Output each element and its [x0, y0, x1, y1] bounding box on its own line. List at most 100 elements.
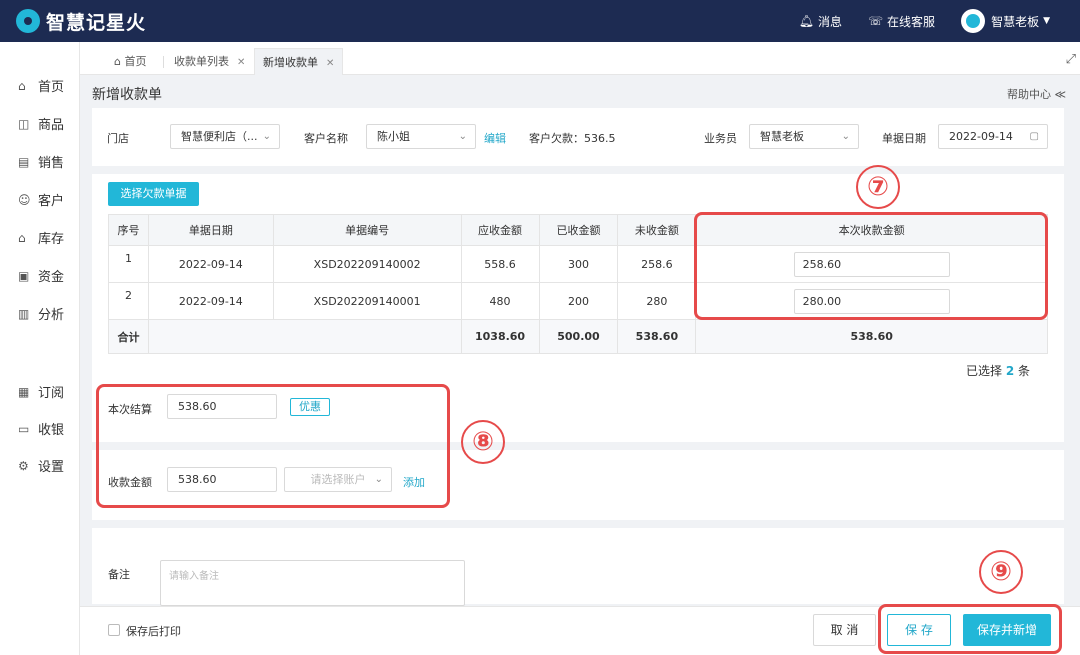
total-label: 合计 [108, 319, 149, 354]
total-empty [147, 319, 462, 354]
header-form-card: 门店 智慧便利店（... ⌄ 客户名称 陈小姐 ⌄ 编辑 客户欠款：536.5 业务… [92, 108, 1064, 166]
salesman-select[interactable]: 智慧老板 ⌄ [749, 124, 859, 149]
fullscreen-icon[interactable]: ⤢ [1066, 52, 1076, 67]
row-unreceived: 280 [617, 282, 697, 320]
customer-select[interactable]: 陈小姐 ⌄ [366, 124, 476, 149]
app-logo[interactable]: 智慧记星火 [16, 8, 146, 35]
sidebar-item-label: 销售 [38, 156, 65, 171]
table-total-row: 合计 1038.60 500.00 538.60 538.60 [108, 319, 1048, 354]
annotation-number-8: ⑧ [461, 420, 505, 464]
tab-label: 首页 [124, 55, 147, 68]
store-select[interactable]: 智慧便利店（... ⌄ [170, 124, 280, 149]
annotation-box-9 [878, 604, 1062, 654]
drop-logo-icon [16, 9, 40, 33]
row-receivable: 480 [460, 282, 540, 320]
app-name: 智慧记星火 [46, 11, 147, 34]
customer-debt: 客户欠款：536.5 [529, 132, 616, 145]
sidebar-item-sales[interactable]: ▤ 销售 [18, 152, 65, 172]
column-header: 单据编号 [272, 214, 462, 246]
row-date: 2022-09-14 [147, 282, 274, 320]
sidebar-item-settings[interactable]: ⚙ 设置 [18, 456, 65, 476]
sales-icon: ▤ [18, 154, 30, 169]
user-name: 智慧老板 [991, 14, 1040, 29]
online-service-button[interactable]: ☏ 在线客服 [868, 13, 935, 30]
cashier-icon: ▭ [18, 421, 30, 436]
selected-suffix: 条 [1018, 364, 1031, 378]
column-header: 已收金额 [538, 214, 619, 246]
customer-value: 陈小姐 [377, 130, 410, 143]
cancel-button[interactable]: 取 消 [813, 614, 876, 646]
settings-icon: ⚙ [18, 458, 29, 473]
selected-count: 已选择 2 条 [966, 362, 1030, 379]
selected-number: 2 [1005, 364, 1015, 378]
sidebar-item-label: 商品 [38, 118, 65, 133]
salesman-label: 业务员 [704, 132, 737, 145]
sidebar-item-analysis[interactable]: ▥ 分析 [18, 304, 65, 324]
chevron-down-icon: ⌄ [262, 131, 271, 142]
selected-prefix: 已选择 [966, 364, 1003, 378]
close-icon[interactable]: ✕ [237, 57, 245, 68]
chart-icon: ▥ [18, 306, 30, 321]
sidebar-item-cashier[interactable]: ▭ 收银 [18, 419, 64, 439]
store-label: 门店 [107, 132, 129, 145]
tab-receipt-list[interactable]: 收款单列表 ✕ [166, 48, 253, 75]
sidebar-item-goods[interactable]: ◫ 商品 [18, 114, 65, 134]
sidebar-item-label: 客户 [38, 194, 65, 209]
user-menu[interactable]: 智慧老板 ▼ [961, 9, 1050, 33]
sidebar-item-stock[interactable]: ⌂ 库存 [18, 228, 64, 248]
date-picker[interactable]: 2022-09-14 ▢ [938, 124, 1048, 149]
chevron-down-icon: ⌄ [458, 131, 467, 142]
close-icon[interactable]: ✕ [326, 58, 334, 69]
sidebar-item-label: 分析 [38, 308, 65, 323]
funds-icon: ▣ [18, 268, 30, 283]
salesman-value: 智慧老板 [760, 130, 804, 143]
messages-label: 消息 [818, 14, 843, 29]
row-received: 300 [538, 245, 619, 283]
edit-customer-link[interactable]: 编辑 [484, 130, 506, 146]
tab-new-receipt[interactable]: 新增收款单 ✕ [254, 48, 344, 75]
messages-button[interactable]: 🔔︎ 消息 [799, 13, 842, 30]
tab-bar: ⌂ 首页 收款单列表 ✕ 新增收款单 ✕ ⤢ [80, 42, 1080, 75]
row-number: 1 [108, 245, 149, 283]
goods-icon: ◫ [18, 116, 30, 131]
page-title: 新增收款单 [92, 87, 162, 103]
online-service-label: 在线客服 [887, 14, 936, 29]
avatar [961, 9, 986, 33]
sidebar-item-subscribe[interactable]: ▦ 订阅 [18, 382, 64, 402]
caret-down-icon: ▼ [1043, 16, 1050, 26]
headset-icon: ☏ [868, 14, 884, 28]
annotation-number-7: ⑦ [856, 165, 900, 209]
row-received: 200 [538, 282, 619, 320]
total-received: 500.00 [538, 319, 619, 354]
calendar-icon: ▢ [1029, 131, 1039, 142]
row-unreceived: 258.6 [617, 245, 697, 283]
select-debt-button[interactable]: 选择欠款单据 [108, 182, 199, 206]
date-value: 2022-09-14 [949, 130, 1013, 143]
sidebar-item-label: 首页 [38, 80, 65, 95]
subscribe-icon: ▦ [18, 384, 30, 399]
tab-divider [163, 56, 164, 68]
sidebar-item-funds[interactable]: ▣ 资金 [18, 266, 65, 286]
column-header: 单据日期 [147, 214, 274, 246]
row-date: 2022-09-14 [147, 245, 274, 283]
row-code: XSD202209140001 [272, 282, 462, 320]
sidebar-item-label: 设置 [38, 460, 65, 475]
sidebar-item-customer[interactable]: ☺ 客户 [18, 190, 65, 210]
total-receivable: 1038.60 [460, 319, 540, 354]
remark-textarea[interactable]: 请输入备注 [160, 560, 465, 606]
customer-label: 客户名称 [304, 132, 348, 145]
help-center-link[interactable]: 帮助中心 ≪ [1007, 86, 1066, 102]
top-bar: 智慧记星火 🔔︎ 消息 ☏ 在线客服 智慧老板 ▼ [0, 0, 1080, 42]
sidebar-item-home[interactable]: ⌂ 首页 [18, 76, 65, 96]
print-after-save-checkbox[interactable] [108, 624, 120, 636]
tab-home[interactable]: ⌂ 首页 [106, 48, 154, 75]
stock-icon: ⌂ [18, 230, 26, 245]
total-current: 538.60 [695, 319, 1048, 354]
tab-label: 新增收款单 [263, 56, 318, 69]
sidebar-item-label: 资金 [38, 270, 65, 285]
annotation-box-8 [96, 384, 450, 508]
annotation-box-7 [694, 212, 1048, 320]
home-icon: ⌂ [18, 78, 26, 93]
date-label: 单据日期 [882, 132, 926, 145]
total-unreceived: 538.60 [617, 319, 697, 354]
